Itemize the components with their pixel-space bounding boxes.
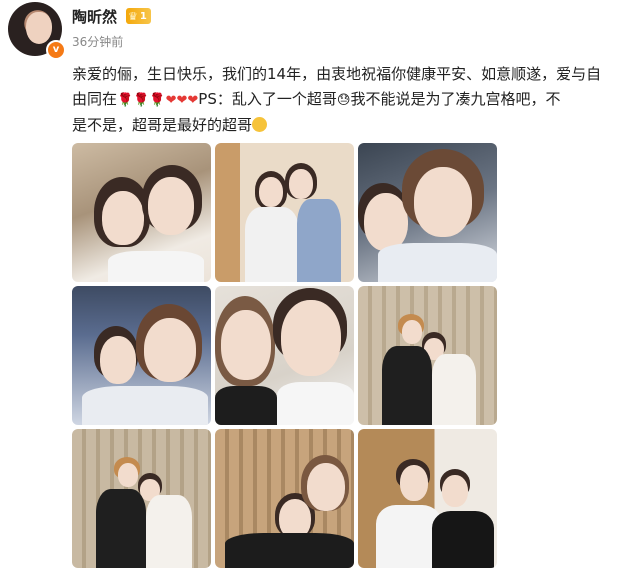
post-text-line-1: 亲爱的俪，生日快乐，我们的14年，由衷地祝福你健康平安、如意顺遂，爱与自 [72, 65, 602, 83]
post-text-line-2: 由同在🌹🌹🌹❤❤❤PS：乱入了一个超哥😓我不能说是为了凑九宫格吧，不 [72, 87, 632, 113]
photo-2[interactable] [215, 143, 354, 282]
post-text-segment: 是不是，超哥是最好的超哥 [72, 116, 253, 134]
crown-icon: ♛ [128, 9, 138, 23]
level-number: 1 [139, 10, 147, 22]
grin-emoji-icon [252, 117, 268, 132]
sweat-emoji-icon: 😓 [336, 93, 351, 108]
post-text-segment: 我不能说是为了凑九宫格吧，不 [350, 90, 561, 108]
photo-4[interactable] [72, 286, 211, 425]
level-badge[interactable]: ♛ 1 [126, 8, 151, 24]
photo-6[interactable] [358, 286, 497, 425]
post-text-segment: 由同在 [72, 90, 118, 108]
heart-emoji-icon: ❤ [165, 93, 177, 108]
photo-7[interactable] [72, 429, 211, 568]
photo-1[interactable] [72, 143, 211, 282]
heart-emoji-icon: ❤ [176, 93, 188, 108]
post-text-segment: PS：乱入了一个超哥 [198, 90, 337, 108]
photo-5[interactable] [215, 286, 354, 425]
rose-emoji-icon: 🌹 [117, 93, 134, 108]
post-text-line-3: 是不是，超哥是最好的超哥 [72, 113, 632, 138]
photo-9[interactable] [358, 429, 497, 568]
rose-emoji-icon: 🌹 [149, 93, 166, 108]
post-text: 亲爱的俪，生日快乐，我们的14年，由衷地祝福你健康平安、如意顺遂，爱与自 由同在… [72, 62, 632, 138]
verified-badge: v [46, 40, 66, 60]
user-name[interactable]: 陶昕然 [72, 6, 117, 27]
heart-emoji-icon: ❤ [187, 93, 199, 108]
photo-3[interactable] [358, 143, 497, 282]
photo-grid [72, 143, 498, 571]
rose-emoji-icon: 🌹 [133, 93, 150, 108]
photo-8[interactable] [215, 429, 354, 568]
post-time[interactable]: 36分钟前 [72, 33, 123, 50]
post-header: v 陶昕然 ♛ 1 36分钟前 [0, 0, 640, 60]
